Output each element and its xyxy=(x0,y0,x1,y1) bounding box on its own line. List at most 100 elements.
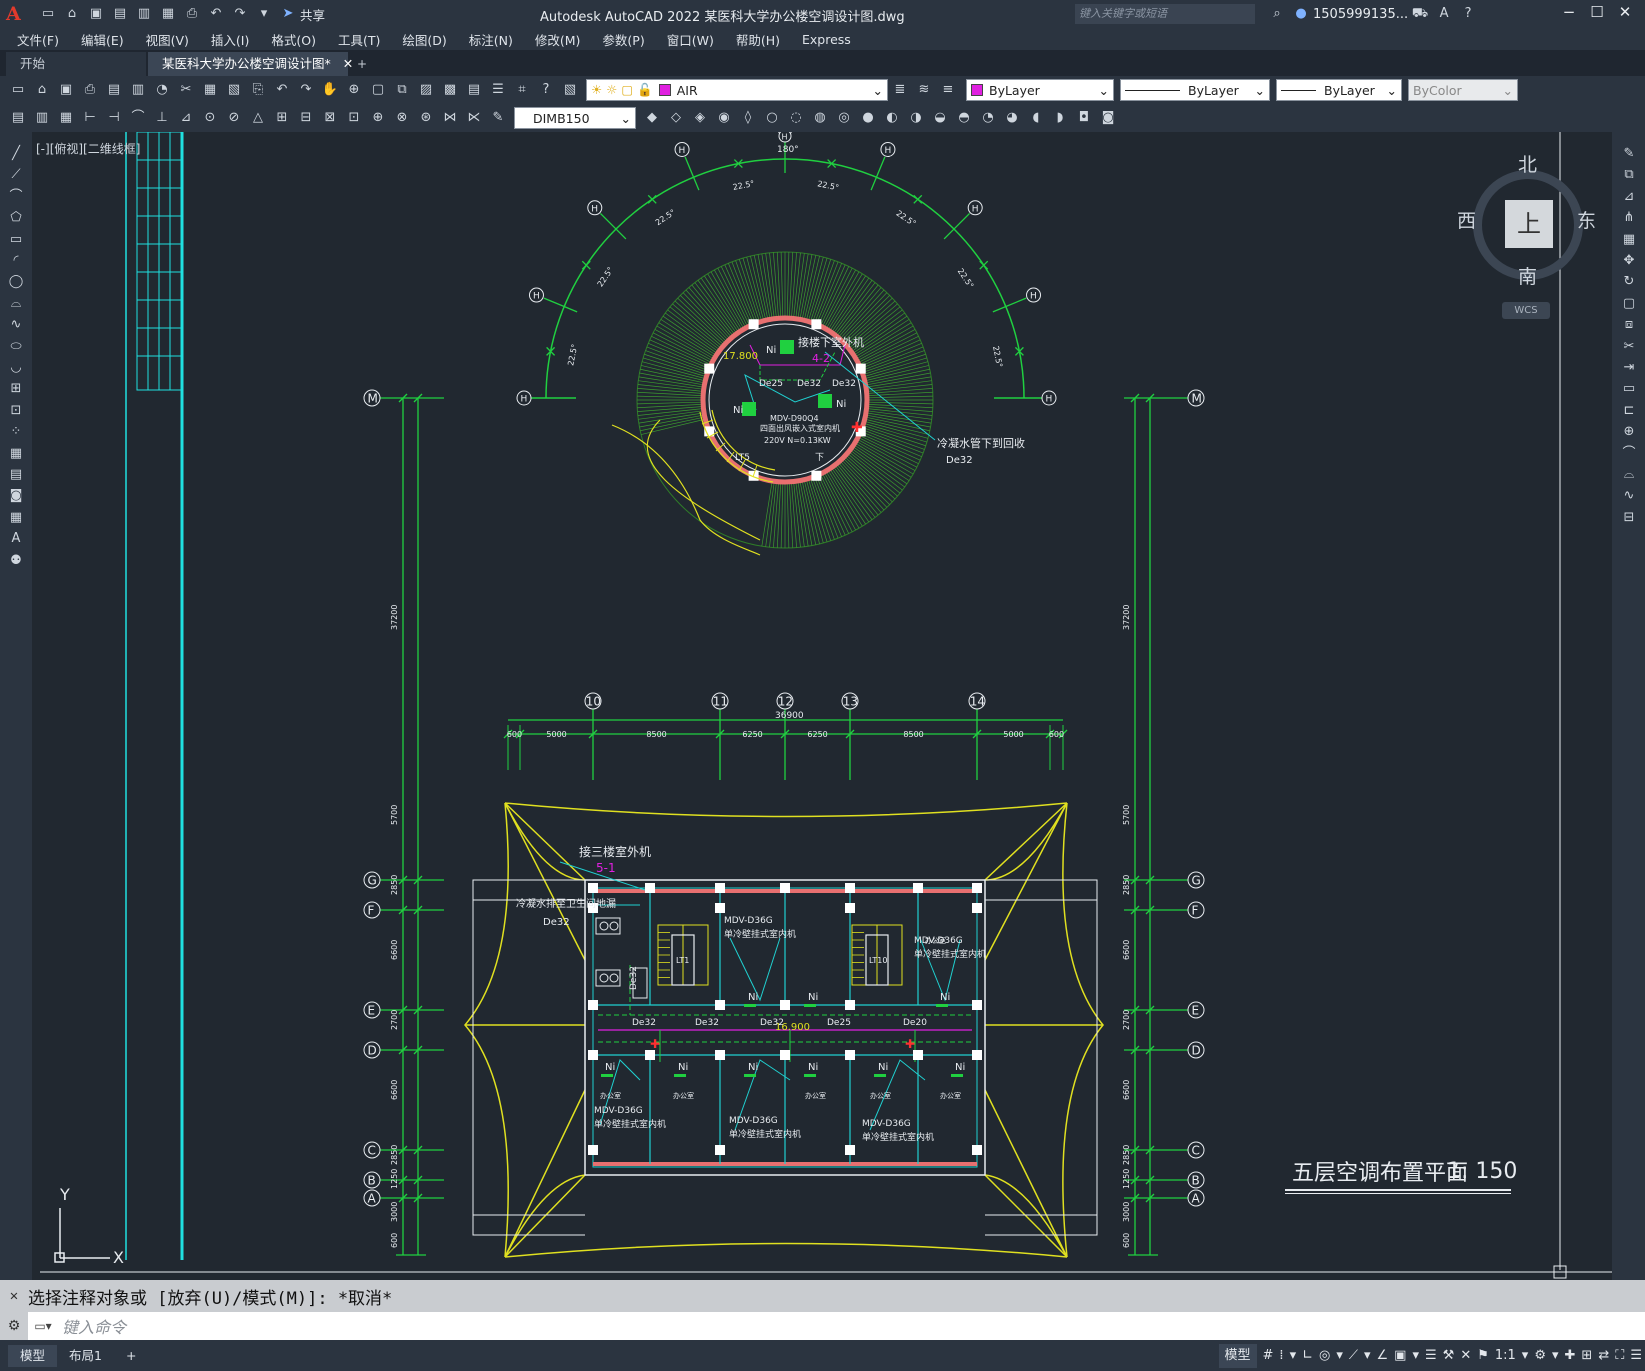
draw-tool-6-icon[interactable]: ◯ xyxy=(6,272,26,292)
compass-east[interactable]: 东 xyxy=(1577,206,1596,233)
menu-item-10[interactable]: 窗口(W) xyxy=(656,30,725,49)
dimension-tool-5-icon[interactable]: ⌒ xyxy=(129,109,147,127)
standard-tool-8-icon[interactable]: ▦ xyxy=(201,81,219,99)
standard-tool-23-icon[interactable]: ▧ xyxy=(561,81,579,99)
dimension-tool-17-icon[interactable]: ⊛ xyxy=(417,109,435,127)
autodesk-icon[interactable]: A xyxy=(1435,5,1453,23)
status-tool-0-icon[interactable]: ▾ xyxy=(1522,1344,1529,1368)
status-toggle-9-icon[interactable]: ▣ xyxy=(1394,1344,1406,1368)
minimize-button[interactable]: − xyxy=(1555,3,1583,21)
linetype-dropdown[interactable]: ByLayer ⌄ xyxy=(1120,79,1270,101)
standard-tool-7-icon[interactable]: ✂ xyxy=(177,81,195,99)
toolbar-tool-6-icon[interactable]: ◌ xyxy=(787,109,805,127)
modify-tool-11-icon[interactable]: ▭ xyxy=(1619,379,1639,399)
modify-tool-4-icon[interactable]: ▦ xyxy=(1619,230,1639,250)
status-toggle-12-icon[interactable]: ⚒ xyxy=(1443,1344,1455,1368)
standard-tool-15-icon[interactable]: ▢ xyxy=(369,81,387,99)
draw-tool-11-icon[interactable]: ⊞ xyxy=(6,379,26,399)
standard-tool-2-icon[interactable]: ▣ xyxy=(57,81,75,99)
modify-tool-1-icon[interactable]: ⧉ xyxy=(1619,165,1639,185)
toolbar-tool-15-icon[interactable]: ◕ xyxy=(1003,109,1021,127)
modify-tool-8-icon[interactable]: ⧈ xyxy=(1619,315,1639,335)
standard-tool-20-icon[interactable]: ☰ xyxy=(489,81,507,99)
modify-tool-13-icon[interactable]: ⊕ xyxy=(1619,422,1639,442)
dimstyle-dropdown[interactable]: DIMB150 ⌄ xyxy=(514,107,636,129)
open-icon[interactable]: ⌂ xyxy=(63,5,81,23)
dimension-tool-0-icon[interactable]: ▤ xyxy=(9,109,27,127)
dimension-tool-9-icon[interactable]: ⊘ xyxy=(225,109,243,127)
lineweight-dropdown[interactable]: ByLayer ⌄ xyxy=(1276,79,1402,101)
close-button[interactable]: ✕ xyxy=(1611,3,1639,21)
menu-item-11[interactable]: 帮助(H) xyxy=(725,30,791,49)
plotstyle-dropdown[interactable]: ByColor ⌄ xyxy=(1408,79,1518,101)
dimension-tool-19-icon[interactable]: ⋉ xyxy=(465,109,483,127)
new-tab-button[interactable]: + xyxy=(350,52,374,76)
tab-model[interactable]: 模型 xyxy=(8,1344,58,1367)
standard-tool-1-icon[interactable]: ⌂ xyxy=(33,81,51,99)
command-prompt-icon[interactable]: ▭▾ xyxy=(28,1319,58,1333)
toolbar-tool-3-icon[interactable]: ◉ xyxy=(715,109,733,127)
standard-tool-10-icon[interactable]: ⎘ xyxy=(249,81,267,99)
layer-dropdown[interactable]: ☀ ☼ ▢ 🔓 AIR ⌄ xyxy=(586,79,888,101)
status-tool-6-icon[interactable]: ⛶ xyxy=(1615,1344,1624,1368)
web-mobile-icon[interactable]: ▦ xyxy=(159,5,177,23)
standard-tool-6-icon[interactable]: ◔ xyxy=(153,81,171,99)
dimension-tool-6-icon[interactable]: ⊥ xyxy=(153,109,171,127)
draw-tool-7-icon[interactable]: ⌓ xyxy=(6,294,26,314)
viewport-controls[interactable]: [-][俯视][二维线框] xyxy=(36,140,140,157)
dimension-tool-8-icon[interactable]: ⊙ xyxy=(201,109,219,127)
menu-item-8[interactable]: 修改(M) xyxy=(524,30,592,49)
status-toggle-1-icon[interactable]: ⁞ xyxy=(1279,1344,1283,1368)
dimension-tool-20-icon[interactable]: ✎ xyxy=(489,109,507,127)
layer-properties-icon[interactable]: ≣ xyxy=(891,81,909,99)
dimension-tool-10-icon[interactable]: △ xyxy=(249,109,267,127)
standard-tool-13-icon[interactable]: ✋ xyxy=(321,81,339,99)
status-toggle-10-icon[interactable]: ▾ xyxy=(1412,1344,1419,1368)
close-icon[interactable]: ✕ xyxy=(0,1288,28,1304)
annotation-scale[interactable]: 1:1 xyxy=(1495,1344,1516,1368)
standard-tool-22-icon[interactable]: ? xyxy=(537,81,555,99)
toolbar-tool-4-icon[interactable]: ◊ xyxy=(739,109,757,127)
toolbar-tool-7-icon[interactable]: ◍ xyxy=(811,109,829,127)
toolbar-tool-1-icon[interactable]: ◇ xyxy=(667,109,685,127)
modify-tool-10-icon[interactable]: ⇥ xyxy=(1619,358,1639,378)
status-tool-4-icon[interactable]: ⊞ xyxy=(1581,1344,1592,1368)
toolbar-tool-16-icon[interactable]: ◖ xyxy=(1027,109,1045,127)
redo-icon[interactable]: ↷ xyxy=(231,5,249,23)
menu-item-3[interactable]: 插入(I) xyxy=(200,30,260,49)
draw-tool-17-icon[interactable]: ▦ xyxy=(6,508,26,528)
status-tool-2-icon[interactable]: ▾ xyxy=(1552,1344,1559,1368)
draw-tool-9-icon[interactable]: ⬭ xyxy=(6,337,26,357)
layer-previous-icon[interactable]: ≋ xyxy=(915,81,933,99)
dimension-tool-16-icon[interactable]: ⊗ xyxy=(393,109,411,127)
status-tool-7-icon[interactable]: ☰ xyxy=(1630,1344,1642,1368)
help-icon[interactable]: ? xyxy=(1459,5,1477,23)
dimension-tool-14-icon[interactable]: ⊡ xyxy=(345,109,363,127)
standard-tool-9-icon[interactable]: ▧ xyxy=(225,81,243,99)
dimension-tool-15-icon[interactable]: ⊕ xyxy=(369,109,387,127)
add-layout-button[interactable]: + xyxy=(113,1344,149,1367)
standard-tool-12-icon[interactable]: ↷ xyxy=(297,81,315,99)
toolbar-tool-10-icon[interactable]: ◐ xyxy=(883,109,901,127)
menu-item-0[interactable]: 文件(F) xyxy=(6,30,70,49)
toolbar-tool-0-icon[interactable]: ◆ xyxy=(643,109,661,127)
draw-tool-18-icon[interactable]: A xyxy=(6,529,26,549)
menu-item-7[interactable]: 标注(N) xyxy=(458,30,524,49)
color-dropdown[interactable]: ByLayer ⌄ xyxy=(966,79,1114,101)
standard-tool-0-icon[interactable]: ▭ xyxy=(9,81,27,99)
standard-tool-18-icon[interactable]: ▩ xyxy=(441,81,459,99)
standard-tool-21-icon[interactable]: ⌗ xyxy=(513,81,531,99)
menu-item-1[interactable]: 编辑(E) xyxy=(70,30,135,49)
status-toggle-8-icon[interactable]: ∠ xyxy=(1377,1344,1389,1368)
status-toggle-4-icon[interactable]: ◎ xyxy=(1319,1344,1330,1368)
dimension-tool-12-icon[interactable]: ⊟ xyxy=(297,109,315,127)
menu-item-12[interactable]: Express xyxy=(791,32,862,47)
status-toggle-2-icon[interactable]: ▾ xyxy=(1290,1344,1297,1368)
toolbar-tool-11-icon[interactable]: ◑ xyxy=(907,109,925,127)
dimension-tool-13-icon[interactable]: ⊠ xyxy=(321,109,339,127)
toolbar-tool-9-icon[interactable]: ● xyxy=(859,109,877,127)
viewcube-top-face[interactable]: 上 xyxy=(1505,200,1553,248)
modify-tool-3-icon[interactable]: ⋔ xyxy=(1619,208,1639,228)
draw-tool-15-icon[interactable]: ▤ xyxy=(6,465,26,485)
draw-tool-0-icon[interactable]: ╱ xyxy=(6,144,26,164)
